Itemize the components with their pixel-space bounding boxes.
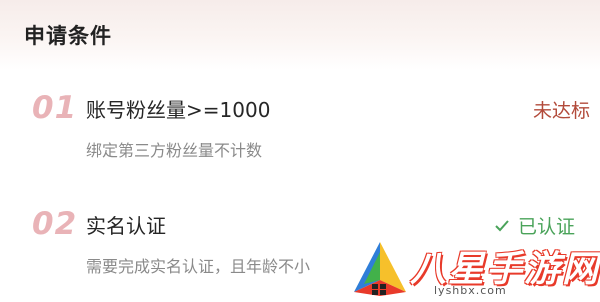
section-title: 申请条件 <box>24 24 112 48</box>
condition-description: 绑定第三方粉丝量不计数 <box>86 141 263 160</box>
watermark-url: lyshbx.com <box>434 284 507 297</box>
condition-status: 未达标 <box>532 100 590 122</box>
condition-item: 01 账号粉丝量>=1000 绑定第三方粉丝量不计数 未达标 <box>0 84 600 184</box>
condition-title: 账号粉丝量>=1000 <box>86 98 271 122</box>
condition-status: 已认证 <box>494 212 575 239</box>
watermark-logo-icon <box>350 240 410 302</box>
condition-description: 需要完成实名认证，且年龄不小 <box>86 257 311 276</box>
condition-status-label: 已认证 <box>518 216 576 238</box>
check-icon <box>494 216 510 238</box>
condition-title: 实名认证 <box>86 214 166 238</box>
condition-number: 01 <box>32 90 78 126</box>
watermark: 八星手游网 lyshbx.com <box>350 236 600 300</box>
header: 申请条件 <box>0 0 600 70</box>
condition-number: 02 <box>32 206 78 242</box>
